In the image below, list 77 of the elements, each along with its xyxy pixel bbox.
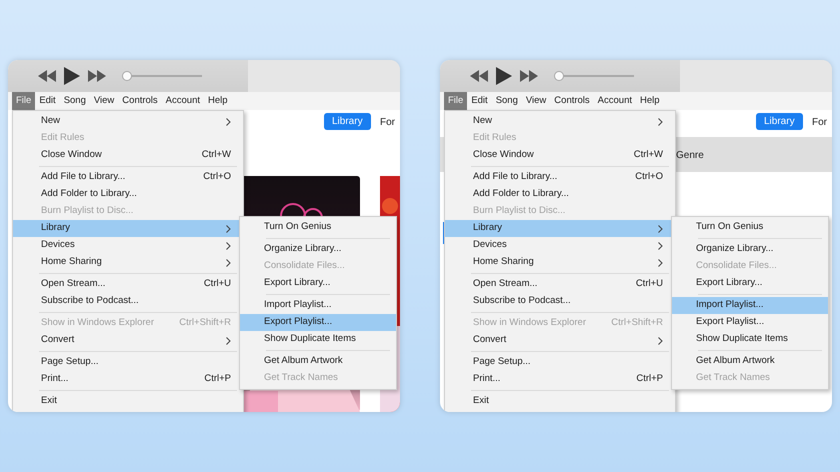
menu-item[interactable]: Export Library...: [672, 275, 828, 292]
menu-item[interactable]: Add File to Library... Ctrl+O: [13, 169, 243, 186]
chevron-right-icon: [658, 224, 663, 232]
menu-item[interactable]: Print... Ctrl+P: [445, 371, 675, 388]
chevron-right-icon: [226, 242, 231, 250]
menu-item[interactable]: Page Setup...: [445, 354, 675, 371]
menu-item[interactable]: Export Playlist...: [240, 314, 396, 331]
menu-item[interactable]: Turn On Genius: [240, 219, 396, 236]
menu-item[interactable]: New: [13, 113, 243, 130]
chevron-right-icon: [658, 118, 663, 126]
menu-item[interactable]: Subscribe to Podcast...: [445, 293, 675, 310]
menu-item[interactable]: Export Library...: [240, 275, 396, 292]
slider-thumb[interactable]: [554, 71, 564, 81]
menu-item[interactable]: Help: [204, 92, 232, 110]
menu-item[interactable]: Devices: [13, 237, 243, 254]
chevron-right-icon: [226, 336, 231, 344]
menu-item[interactable]: Get Album Artwork: [240, 353, 396, 370]
menu-item[interactable]: Home Sharing: [445, 254, 675, 271]
menu-item[interactable]: Show Duplicate Items: [240, 331, 396, 348]
menu-item[interactable]: View: [90, 92, 118, 110]
menu-item[interactable]: Organize Library...: [672, 241, 828, 258]
menu-item[interactable]: Song: [492, 92, 522, 110]
library-button[interactable]: Library: [756, 113, 803, 130]
menu-item[interactable]: Organize Library...: [240, 241, 396, 258]
menu-item[interactable]: Account: [162, 92, 204, 110]
menu-item[interactable]: New: [445, 113, 675, 130]
fast-forward-icon[interactable]: [520, 70, 538, 82]
menu-item[interactable]: Close Window Ctrl+W: [445, 147, 675, 164]
menu-item[interactable]: Open Stream... Ctrl+U: [445, 276, 675, 293]
chevron-right-icon: [226, 118, 231, 126]
chevron-right-icon: [226, 258, 231, 266]
menu-item[interactable]: Home Sharing: [13, 254, 243, 271]
menu-item[interactable]: Convert: [445, 332, 675, 349]
volume-slider[interactable]: [554, 71, 634, 81]
menu-item[interactable]: Controls: [118, 92, 162, 110]
menu-item[interactable]: Convert: [13, 332, 243, 349]
tab-link[interactable]: For: [380, 115, 395, 130]
volume-slider[interactable]: [122, 71, 202, 81]
menu-item[interactable]: Subscribe to Podcast...: [13, 293, 243, 310]
menu-item[interactable]: View: [522, 92, 550, 110]
menu-item[interactable]: Close Window Ctrl+W: [13, 147, 243, 164]
chevron-right-icon: [658, 336, 663, 344]
menu-item[interactable]: Exit: [13, 393, 243, 410]
menu-item[interactable]: Get Album Artwork: [672, 353, 828, 370]
chevron-right-icon: [226, 224, 231, 232]
slider-thumb[interactable]: [122, 71, 132, 81]
fast-forward-icon[interactable]: [88, 70, 106, 82]
menu-item[interactable]: Edit: [467, 92, 492, 110]
menu-item[interactable]: File: [444, 92, 468, 110]
menu-item[interactable]: Show Duplicate Items: [672, 331, 828, 348]
rewind-icon[interactable]: [470, 70, 488, 82]
menu-item[interactable]: Edit: [35, 92, 60, 110]
menu-item[interactable]: Add Folder to Library...: [445, 186, 675, 203]
column-header: Genre: [676, 149, 704, 163]
menu-item[interactable]: Devices: [445, 237, 675, 254]
menu-item[interactable]: Account: [594, 92, 636, 110]
tab-link[interactable]: For: [812, 115, 827, 130]
library-button[interactable]: Library: [324, 113, 371, 130]
menu-item[interactable]: Page Setup...: [13, 354, 243, 371]
menu-item[interactable]: Import Playlist...: [672, 297, 828, 314]
rewind-icon[interactable]: [38, 70, 56, 82]
menu-item[interactable]: Import Playlist...: [240, 297, 396, 314]
menu-item[interactable]: Turn On Genius: [672, 219, 828, 236]
chevron-right-icon: [658, 258, 663, 266]
menu-item[interactable]: Open Stream... Ctrl+U: [13, 276, 243, 293]
menu-item[interactable]: Controls: [550, 92, 594, 110]
menu-item[interactable]: Add Folder to Library...: [13, 186, 243, 203]
menu-item[interactable]: Export Playlist...: [672, 314, 828, 331]
menu-item[interactable]: File: [12, 92, 36, 110]
menu-item[interactable]: Add File to Library... Ctrl+O: [445, 169, 675, 186]
play-icon[interactable]: [64, 67, 80, 85]
menu-item[interactable]: Print... Ctrl+P: [13, 371, 243, 388]
play-icon[interactable]: [496, 67, 512, 85]
menu-item[interactable]: Help: [636, 92, 664, 110]
menu-item[interactable]: Exit: [445, 393, 675, 410]
chevron-right-icon: [658, 242, 663, 250]
menu-item[interactable]: Song: [60, 92, 90, 110]
